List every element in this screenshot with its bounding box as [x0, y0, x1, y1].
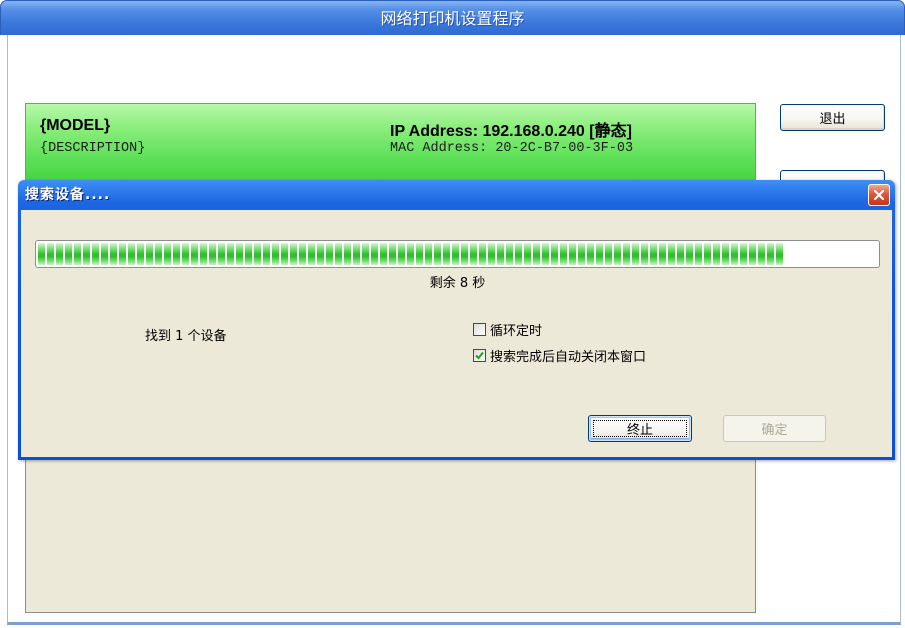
- ok-button-label: 确定: [761, 423, 788, 438]
- close-icon: [873, 189, 885, 201]
- progress-fill: [38, 243, 785, 265]
- main-window-title: 网络打印机设置程序: [380, 9, 525, 28]
- loop-timer-checkbox[interactable]: [473, 323, 486, 336]
- exit-button-label: 退出: [819, 112, 846, 127]
- dialog-body: 剩余 8 秒 找到 1 个设备 循环定时 搜索完成后自动关闭本窗口 终止 确定: [21, 210, 892, 457]
- stop-button-label: 终止: [626, 423, 653, 438]
- dialog-title: 搜索设备....: [25, 187, 111, 203]
- loop-timer-label: 循环定时: [490, 324, 543, 339]
- exit-button[interactable]: 退出: [780, 104, 885, 131]
- checkmark-icon: [475, 351, 484, 360]
- device-mac-address: MAC Address: 20-2C-B7-00-3F-03: [390, 141, 634, 156]
- main-title-bar[interactable]: 网络打印机设置程序: [0, 0, 905, 35]
- remaining-time-text: 剩余 8 秒: [429, 276, 486, 291]
- device-row[interactable]: {MODEL} {DESCRIPTION} IP Address: 192.16…: [26, 104, 755, 181]
- ok-button[interactable]: 确定: [723, 415, 826, 442]
- device-description: {DESCRIPTION}: [40, 141, 146, 156]
- device-ip-address: IP Address: 192.168.0.240 [静态]: [390, 123, 632, 140]
- loop-timer-option[interactable]: 循环定时: [473, 320, 542, 339]
- search-dialog: 搜索设备.... 剩余 8 秒 找到 1 个设备 循环定时 搜索完成后自动关闭本…: [18, 180, 895, 460]
- auto-close-option[interactable]: 搜索完成后自动关闭本窗口: [473, 346, 646, 365]
- device-model: {MODEL}: [40, 117, 111, 134]
- devices-found-text: 找到 1 个设备: [145, 329, 227, 344]
- search-progress-bar: [35, 240, 880, 268]
- auto-close-label: 搜索完成后自动关闭本窗口: [490, 350, 647, 365]
- stop-button[interactable]: 终止: [588, 415, 692, 442]
- dialog-close-button[interactable]: [868, 184, 890, 206]
- auto-close-checkbox[interactable]: [473, 349, 486, 362]
